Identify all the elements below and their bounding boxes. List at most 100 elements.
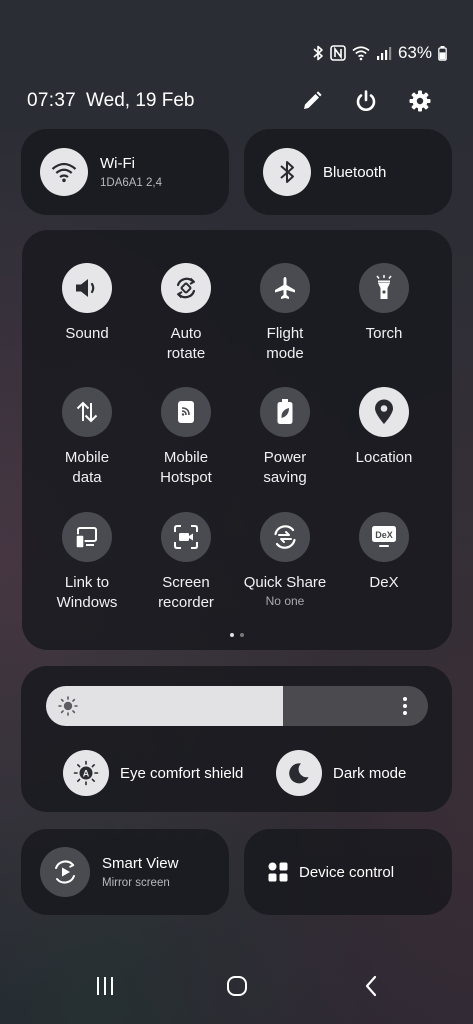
status-bar: 63% (312, 41, 447, 65)
tile-flight-mode-label: Flight mode (266, 325, 304, 362)
tile-dex-label: DeX (369, 574, 399, 591)
tile-sound-circle (62, 263, 112, 313)
brightness-slider[interactable] (46, 686, 428, 726)
mobile-data-icon (76, 401, 98, 423)
home-button[interactable] (207, 966, 267, 1006)
tile-screen-recorder-circle (161, 512, 211, 562)
bluetooth-icon-circle (263, 148, 311, 196)
moon-icon (289, 763, 309, 784)
svg-text:A: A (83, 768, 90, 778)
tile-mobile-hotspot-circle (161, 387, 211, 437)
tile-power-saving[interactable]: Power saving (231, 387, 339, 488)
device-control-button[interactable]: Device control (244, 829, 452, 915)
recent-apps-icon (97, 977, 113, 995)
svg-text:DeX: DeX (375, 530, 393, 540)
nfc-icon (330, 45, 346, 61)
signal-icon (376, 47, 392, 60)
power-saving-icon (277, 399, 293, 424)
tile-torch-label: Torch (365, 325, 403, 342)
quick-panel-header: 07:37 Wed, 19 Feb (27, 88, 447, 114)
tile-mobile-hotspot[interactable]: Mobile Hotspot (132, 387, 240, 488)
tile-mobile-hotspot-label: Mobile Hotspot (160, 449, 212, 486)
tile-sound[interactable]: Sound (33, 263, 141, 344)
tile-power-saving-circle (260, 387, 310, 437)
tile-auto-rotate-circle (161, 263, 211, 313)
tile-location-circle (359, 387, 409, 437)
tile-torch[interactable]: Torch (330, 263, 438, 344)
tile-sound-label: Sound (65, 325, 109, 342)
tile-location[interactable]: Location (330, 387, 438, 468)
bluetooth-label: Bluetooth (323, 163, 387, 181)
tile-quick-share[interactable]: Quick Share No one (231, 512, 339, 608)
eye-comfort-toggle[interactable]: A Eye comfort shield (63, 750, 243, 796)
tile-flight-mode-circle (260, 263, 310, 313)
tile-auto-rotate-label: Auto rotate (166, 325, 206, 362)
bluetooth-icon (280, 161, 294, 183)
bluetooth-status-icon (313, 45, 323, 61)
airplane-icon (275, 277, 295, 299)
back-button[interactable] (341, 966, 401, 1006)
battery-percentage: 63% (397, 43, 432, 62)
eye-comfort-icon: A (73, 760, 99, 786)
gear-icon (409, 90, 431, 112)
page-dot-2[interactable] (240, 633, 244, 637)
wifi-label: Wi-Fi (100, 155, 135, 172)
page-dot-1[interactable] (230, 633, 234, 637)
dark-mode-label: Dark mode (333, 764, 407, 782)
speaker-icon (76, 279, 95, 297)
tile-location-label: Location (355, 449, 413, 466)
tile-mobile-data[interactable]: Mobile data (33, 387, 141, 488)
wifi-status-icon (352, 46, 370, 61)
smart-view-label: Smart View (102, 855, 179, 872)
tile-quick-share-status: No one (265, 594, 305, 608)
more-options-icon[interactable] (402, 696, 408, 716)
settings-button[interactable] (393, 86, 447, 116)
power-button[interactable] (339, 86, 393, 116)
recent-apps-button[interactable] (75, 966, 135, 1006)
clock: 07:37 (27, 90, 77, 111)
tile-power-saving-label: Power saving (263, 449, 307, 486)
tile-torch-circle (359, 263, 409, 313)
eye-comfort-label: Eye comfort shield (120, 764, 244, 782)
wifi-icon (51, 162, 77, 183)
hotspot-icon (178, 401, 194, 423)
quick-share-icon (274, 525, 296, 549)
home-icon (227, 976, 247, 996)
page-indicator (22, 633, 452, 637)
location-icon (375, 399, 393, 424)
smart-view-icon-circle (40, 847, 90, 897)
tile-mobile-data-label: Mobile data (64, 449, 110, 486)
wifi-toggle[interactable]: Wi-Fi 1DA6A1 2,4 (21, 129, 229, 215)
tile-flight-mode[interactable]: Flight mode (231, 263, 339, 364)
date: Wed, 19 Feb (86, 90, 195, 111)
smart-view-icon (55, 860, 75, 884)
eye-comfort-icon-circle: A (63, 750, 109, 796)
pencil-icon (304, 91, 322, 109)
link-windows-icon (75, 527, 97, 549)
sun-icon (58, 696, 78, 716)
device-control-label: Device control (299, 863, 395, 881)
tile-dex[interactable]: DeX DeX (330, 512, 438, 593)
dark-mode-toggle[interactable]: Dark mode (276, 750, 406, 796)
torch-icon (376, 275, 392, 299)
wifi-network-name: 1DA6A1 2,4 (100, 177, 163, 189)
device-control-icon (268, 862, 288, 882)
brightness-slider-fill (46, 686, 283, 726)
tile-link-to-windows-circle (62, 512, 112, 562)
auto-rotate-icon (176, 277, 196, 299)
tile-screen-recorder[interactable]: Screen recorder (132, 512, 240, 613)
edit-button[interactable] (285, 86, 339, 116)
tile-link-to-windows-label: Link to Windows (56, 574, 118, 611)
tile-mobile-data-circle (62, 387, 112, 437)
screen-recorder-icon (174, 525, 198, 549)
smart-view-sublabel: Mirror screen (102, 877, 170, 889)
back-icon (365, 975, 377, 997)
bluetooth-toggle[interactable]: Bluetooth (244, 129, 452, 215)
tile-link-to-windows[interactable]: Link to Windows (33, 512, 141, 613)
dex-icon: DeX (372, 526, 396, 547)
wifi-icon-circle (40, 148, 88, 196)
battery-icon (438, 45, 447, 61)
tile-auto-rotate[interactable]: Auto rotate (132, 263, 240, 364)
smart-view-button[interactable]: Smart View Mirror screen (21, 829, 229, 915)
tile-quick-share-circle (260, 512, 310, 562)
